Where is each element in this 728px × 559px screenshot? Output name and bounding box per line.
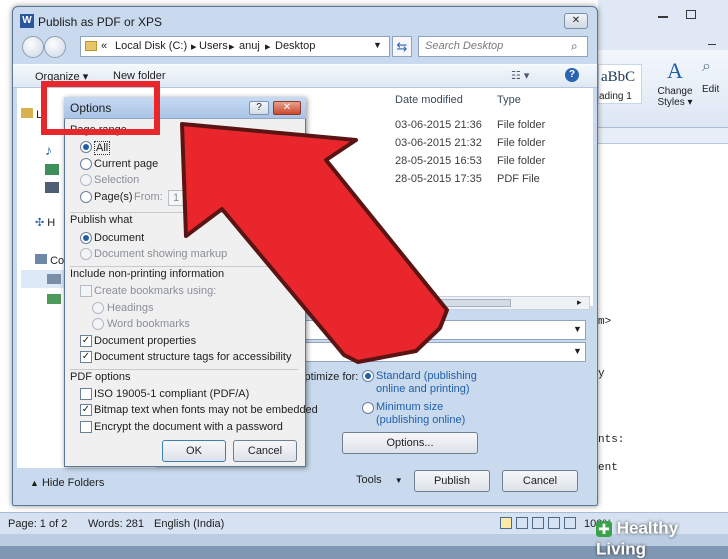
- watermark: ✚ Healthy Living: [596, 518, 728, 558]
- pointer-arrow-icon: [180, 122, 449, 364]
- watermark-plus-icon: ✚: [596, 520, 612, 537]
- arrow-shape: [180, 122, 449, 364]
